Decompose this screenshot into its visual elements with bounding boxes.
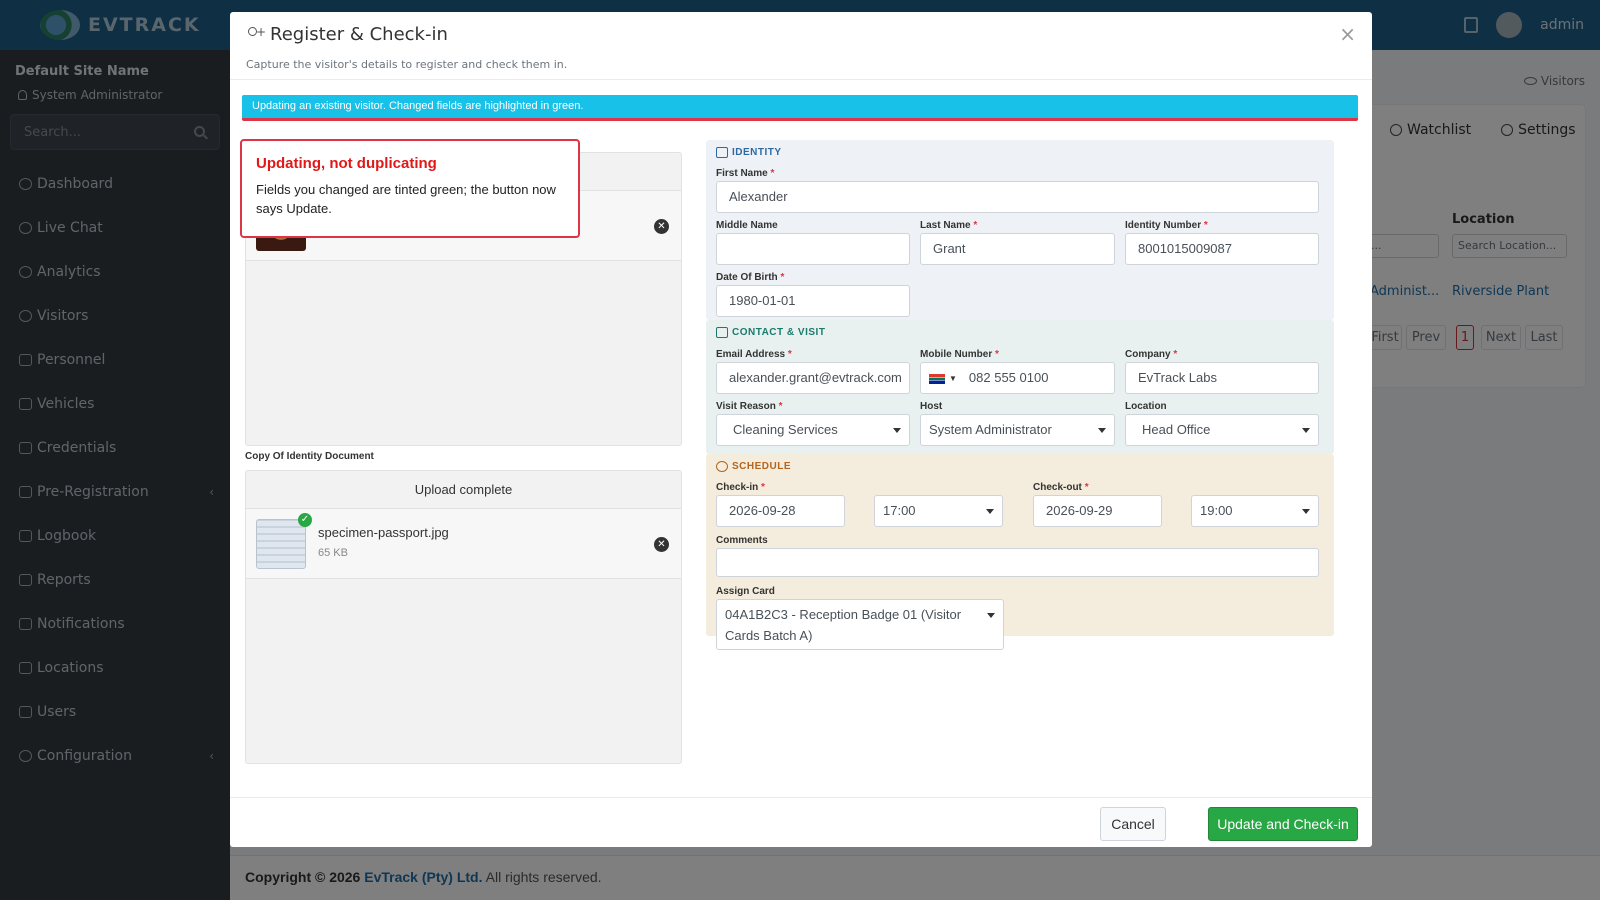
- remove-file-icon[interactable]: ✕: [654, 219, 669, 234]
- required-marker: *: [778, 401, 783, 412]
- checkin-label: Check-in *: [716, 482, 765, 493]
- close-icon[interactable]: ×: [1339, 22, 1356, 46]
- checkout-date-field[interactable]: 2026-09-29: [1033, 495, 1162, 527]
- modal-title-text: Register & Check-in: [270, 24, 448, 45]
- company-label-text: Company: [1125, 349, 1171, 360]
- first-name-field[interactable]: Alexander: [716, 181, 1319, 213]
- update-and-checkin-button[interactable]: Update and Check-in: [1208, 807, 1358, 841]
- comments-textarea[interactable]: [716, 548, 1319, 577]
- company-label: Company *: [1125, 349, 1177, 360]
- checkout-label-text: Check-out: [1033, 482, 1082, 493]
- host-label: Host: [920, 401, 943, 412]
- required-marker: *: [1084, 482, 1089, 493]
- identity-number-label: Identity Number *: [1125, 220, 1208, 231]
- modal-subtitle: Capture the visitor's details to registe…: [246, 58, 568, 71]
- mobile-field[interactable]: ▼ 082 555 0100: [920, 362, 1115, 394]
- identity-heading-text: IDENTITY: [732, 147, 782, 158]
- register-checkin-modal: Register & Check-in Capture the visitor'…: [230, 12, 1372, 847]
- check-icon: ✓: [298, 513, 312, 527]
- clock-icon: [716, 461, 728, 472]
- first-name-label-text: First Name: [716, 168, 768, 179]
- checkin-time-select[interactable]: 17:00: [874, 495, 1003, 527]
- visit-reason-select[interactable]: Cleaning Services: [716, 414, 910, 446]
- dob-field[interactable]: 1980-01-01: [716, 285, 910, 317]
- dob-label-text: Date Of Birth: [716, 272, 778, 283]
- id-document-file-name: specimen-passport.jpg: [318, 525, 449, 540]
- update-info-banner: Updating an existing visitor. Changed fi…: [242, 95, 1358, 121]
- schedule-section: SCHEDULE Check-in * 2026-09-28 17:00 Che…: [706, 454, 1334, 650]
- id-document-label: Copy Of Identity Document: [245, 451, 374, 462]
- location-select[interactable]: Head Office: [1125, 414, 1319, 446]
- visit-reason-label-text: Visit Reason: [716, 401, 776, 412]
- last-name-field[interactable]: Grant: [920, 233, 1115, 265]
- required-marker: *: [787, 349, 792, 360]
- comments-label: Comments: [716, 535, 768, 546]
- contact-visit-section: CONTACT & VISIT Email Address * alexande…: [706, 320, 1334, 454]
- required-marker: *: [973, 220, 978, 231]
- location-label: Location: [1125, 401, 1167, 412]
- modal-title: Register & Check-in: [246, 24, 448, 45]
- modal-header: Register & Check-in Capture the visitor'…: [230, 12, 1372, 80]
- id-document-file-row: ✓ specimen-passport.jpg 65 KB ✕: [246, 509, 681, 579]
- required-marker: *: [780, 272, 785, 283]
- dob-label: Date Of Birth *: [716, 272, 784, 283]
- email-label: Email Address *: [716, 349, 792, 360]
- required-marker: *: [1203, 220, 1208, 231]
- required-marker: *: [1173, 349, 1178, 360]
- identity-number-label-text: Identity Number: [1125, 220, 1202, 231]
- last-name-label: Last Name *: [920, 220, 977, 231]
- middle-name-label: Middle Name: [716, 220, 778, 231]
- identity-heading: IDENTITY: [716, 147, 782, 158]
- caret-down-icon: ▼: [949, 373, 957, 383]
- mobile-label: Mobile Number *: [920, 349, 999, 360]
- user-plus-icon: [246, 25, 266, 43]
- id-card-icon: [716, 147, 728, 158]
- id-document-file-size: 65 KB: [318, 547, 348, 559]
- remove-file-icon[interactable]: ✕: [654, 537, 669, 552]
- required-marker: *: [761, 482, 765, 493]
- schedule-heading: SCHEDULE: [716, 461, 791, 472]
- checkin-date-field[interactable]: 2026-09-28: [716, 495, 845, 527]
- identity-section: IDENTITY First Name * Alexander Middle N…: [706, 140, 1334, 320]
- middle-name-field[interactable]: [716, 233, 910, 265]
- cancel-button[interactable]: Cancel: [1100, 807, 1166, 841]
- south-africa-flag-icon[interactable]: [929, 373, 945, 384]
- email-label-text: Email Address: [716, 349, 786, 360]
- email-field[interactable]: alexander.grant@evtrack.com: [716, 362, 910, 394]
- tour-popover-title: Updating, not duplicating: [256, 155, 437, 172]
- mobile-value: 082 555 0100: [968, 370, 1049, 385]
- id-document-upload-pane[interactable]: Upload complete ✓ specimen-passport.jpg …: [245, 470, 682, 764]
- checkout-time-select[interactable]: 19:00: [1191, 495, 1319, 527]
- required-marker: *: [770, 168, 775, 179]
- assign-card-select[interactable]: 04A1B2C3 - Reception Badge 01 (Visitor C…: [716, 599, 1004, 650]
- checkout-label: Check-out *: [1033, 482, 1089, 493]
- tour-popover-text: Fields you changed are tinted green; the…: [256, 182, 556, 216]
- required-marker: *: [995, 349, 999, 360]
- visit-reason-label: Visit Reason *: [716, 401, 783, 412]
- contact-card-icon: [716, 327, 728, 338]
- mobile-label-text: Mobile Number: [920, 349, 993, 360]
- company-field[interactable]: EvTrack Labs: [1125, 362, 1319, 394]
- last-name-label-text: Last Name: [920, 220, 971, 231]
- first-name-label: First Name *: [716, 168, 774, 179]
- id-document-upload-status: Upload complete: [246, 471, 681, 509]
- identity-number-field[interactable]: 8001015009087: [1125, 233, 1319, 265]
- host-select[interactable]: System Administrator: [920, 414, 1115, 446]
- tour-popover: Updating, not duplicating Fields you cha…: [240, 139, 580, 238]
- contact-heading-text: CONTACT & VISIT: [732, 327, 826, 338]
- schedule-heading-text: SCHEDULE: [732, 461, 792, 472]
- assign-card-label: Assign Card: [716, 586, 775, 597]
- contact-heading: CONTACT & VISIT: [716, 327, 825, 338]
- modal-footer: Cancel Update and Check-in: [230, 797, 1372, 847]
- passport-thumbnail: [256, 519, 306, 569]
- checkin-label-text: Check-in: [716, 482, 759, 493]
